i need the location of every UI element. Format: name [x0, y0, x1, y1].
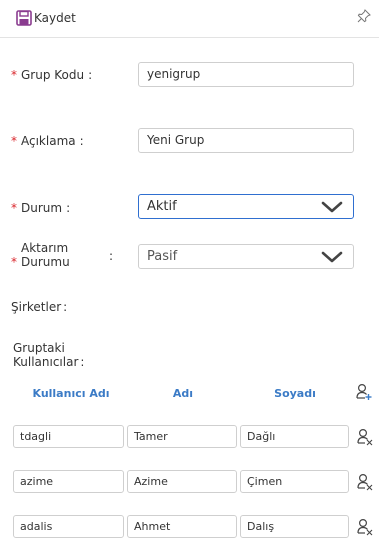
- name-value: Azime: [134, 475, 168, 488]
- durum-value: Aktif: [147, 199, 177, 214]
- pin-icon[interactable]: [357, 9, 371, 23]
- name-cell[interactable]: Ahmet: [127, 515, 237, 538]
- required-mark: *: [11, 201, 17, 215]
- colon: :: [63, 300, 68, 314]
- colon: :: [109, 249, 114, 263]
- surname-value: Çimen: [247, 475, 283, 488]
- aciklama-text: Açıklama: [21, 134, 76, 148]
- save-label: Kaydet: [34, 11, 76, 25]
- header-name: Adı: [172, 387, 194, 400]
- header-surname: Soyadı: [274, 387, 316, 400]
- surname-value: Dağlı: [247, 430, 276, 443]
- aciklama-value: Yeni Grup: [147, 133, 205, 147]
- aktarim-line1: Aktarım: [21, 241, 69, 255]
- name-value: Ahmet: [134, 520, 171, 533]
- colon: :: [66, 201, 71, 215]
- grup-kodu-input[interactable]: yenigrup: [138, 62, 354, 87]
- chevron-down-icon: [321, 201, 343, 213]
- grup-kodu-value: yenigrup: [147, 67, 201, 81]
- colon: :: [88, 68, 93, 82]
- durum-text: Durum: [21, 201, 63, 215]
- surname-cell[interactable]: Çimen: [240, 470, 349, 493]
- surname-cell[interactable]: Dalış: [240, 515, 349, 538]
- username-value: azime: [20, 475, 54, 488]
- sirketler-text: Şirketler: [11, 300, 62, 314]
- username-cell[interactable]: adalis: [13, 515, 124, 538]
- remove-user-icon[interactable]: [357, 428, 373, 446]
- gruptaki-line2: Kullanıcılar: [13, 355, 79, 369]
- aktarim-durumu-label: Aktarım * Durumu: [11, 241, 70, 269]
- username-cell[interactable]: tdagli: [13, 425, 124, 448]
- colon: :: [80, 355, 85, 369]
- surname-value: Dalış: [247, 520, 275, 533]
- aktarim-durumu-select[interactable]: Pasif: [138, 244, 354, 269]
- chevron-down-icon: [321, 251, 343, 263]
- username-value: adalis: [20, 520, 53, 533]
- gruptaki-line1: Gruptaki: [13, 341, 65, 355]
- required-mark: *: [11, 68, 17, 82]
- colon: :: [79, 134, 84, 148]
- aciklama-label: * Açıklama:: [11, 134, 84, 148]
- header-username: Kullanıcı Adı: [32, 387, 110, 400]
- sirketler-label: Şirketler:: [11, 300, 67, 314]
- required-mark: *: [11, 134, 17, 148]
- gruptaki-kullanicilar-label: Gruptaki Kullanıcılar:: [13, 341, 84, 369]
- remove-user-icon[interactable]: [357, 473, 373, 491]
- grup-kodu-text: Grup Kodu: [21, 68, 85, 82]
- save-button[interactable]: Kaydet: [16, 7, 76, 29]
- name-cell[interactable]: Tamer: [127, 425, 237, 448]
- durum-label: * Durum:: [11, 201, 70, 215]
- aktarim-durumu-value: Pasif: [147, 249, 178, 264]
- name-cell[interactable]: Azime: [127, 470, 237, 493]
- remove-user-icon[interactable]: [357, 518, 373, 536]
- aciklama-input[interactable]: Yeni Grup: [138, 128, 354, 153]
- durum-select[interactable]: Aktif: [138, 194, 354, 219]
- surname-cell[interactable]: Dağlı: [240, 425, 349, 448]
- name-value: Tamer: [134, 430, 168, 443]
- grup-kodu-label: * Grup Kodu:: [11, 68, 92, 82]
- toolbar: Kaydet: [0, 0, 379, 38]
- required-mark: *: [11, 255, 17, 269]
- username-value: tdagli: [20, 430, 52, 443]
- aktarim-line2: Durumu: [21, 255, 70, 269]
- add-user-icon[interactable]: [356, 383, 372, 401]
- floppy-disk-icon: [16, 10, 32, 26]
- username-cell[interactable]: azime: [13, 470, 124, 493]
